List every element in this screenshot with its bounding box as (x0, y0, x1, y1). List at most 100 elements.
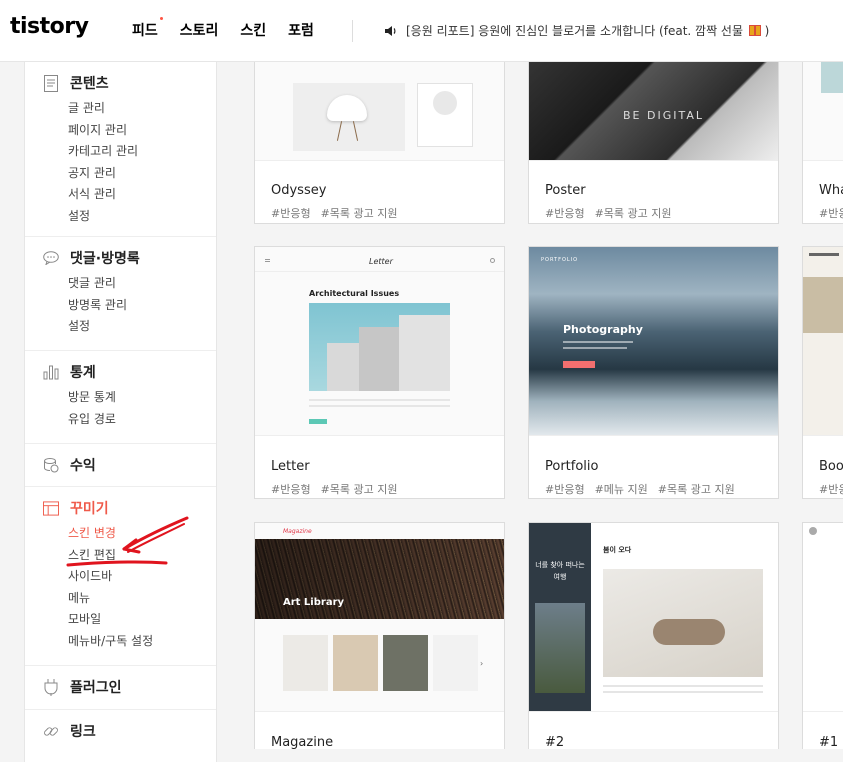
menu-item-menu[interactable]: 메뉴 (68, 588, 216, 610)
nav-divider (352, 20, 353, 42)
skin-thumbnail: Magazine Art Library › (255, 523, 504, 712)
document-icon (43, 74, 59, 92)
decorate-submenu: 스킨 변경 스킨 편집 사이드바 메뉴 모바일 메뉴바/구독 설정 (25, 523, 216, 653)
skin-thumbnail: Letter Architectural Issues (255, 247, 504, 436)
thumb-text: BE DIGITAL (623, 109, 704, 122)
skin-name: Poster (545, 183, 586, 198)
menu-head-links[interactable]: 링크 (25, 716, 216, 746)
admin-sidebar: 콘텐츠 글 관리 페이지 관리 카테고리 관리 공지 관리 서식 관리 설정 댓… (24, 62, 217, 762)
bar-chart-icon (43, 363, 59, 381)
menu-item-content-settings[interactable]: 설정 (68, 206, 216, 228)
menu-title: 꾸미기 (70, 501, 109, 517)
menu-item-templates[interactable]: 서식 관리 (68, 184, 216, 206)
thumb-title: Letter (369, 257, 393, 266)
menu-item-sidebar[interactable]: 사이드바 (68, 566, 216, 588)
skin-card-boo[interactable]: Boo #반응 (802, 246, 843, 499)
menu-head-comments[interactable]: 댓글·방명록 (25, 243, 216, 273)
skin-thumbnail (803, 247, 843, 436)
skin-name: #1 (819, 735, 839, 749)
comment-icon (43, 249, 59, 267)
content-submenu: 글 관리 페이지 관리 카테고리 관리 공지 관리 서식 관리 설정 (25, 98, 216, 228)
skin-thumbnail (803, 62, 843, 161)
gift-icon (748, 25, 761, 36)
thumb-heading: Art Library (283, 597, 345, 608)
skin-card-odyssey[interactable]: Odyssey #반응형 #목록 광고 지원 (254, 62, 505, 224)
skin-tags: #반응 (819, 207, 843, 220)
speaker-icon (385, 25, 396, 36)
menu-head-decorate[interactable]: 꾸미기 (25, 493, 216, 523)
thumb-side-text: 너를 찾아 떠나는 여행 (535, 561, 585, 581)
thumb-heading: 봄이 오다 (603, 546, 632, 554)
menu-title: 콘텐츠 (70, 76, 109, 92)
menu-item-comments[interactable]: 댓글 관리 (68, 273, 216, 295)
layout-icon (43, 499, 59, 517)
menu-item-mobile[interactable]: 모바일 (68, 609, 216, 631)
menu-title: 수익 (70, 458, 96, 474)
nav-skin[interactable]: 스킨 (240, 20, 266, 40)
cat-image (603, 569, 763, 677)
building-image (309, 303, 450, 391)
menu-item-edit-skin[interactable]: 스킨 편집 (68, 545, 216, 567)
thumb-heading: Photography (563, 323, 643, 336)
skin-card-letter[interactable]: Letter Architectural Issues Letter #반응형 #… (254, 246, 505, 499)
skin-card-1[interactable]: #1 (802, 522, 843, 749)
nav-forum[interactable]: 포럼 (288, 20, 314, 40)
new-dot-icon (159, 17, 163, 20)
thumb-heading: Architectural Issues (309, 289, 400, 298)
top-header: tistory 피드 스토리 스킨 포럼 [응원 리포트] 응원에 진심인 블로… (0, 0, 843, 62)
menu-item-categories[interactable]: 카테고리 관리 (68, 141, 216, 163)
menu-group-comments: 댓글·방명록 댓글 관리 방명록 관리 설정 (25, 237, 216, 351)
menu-item-guestbook[interactable]: 방명록 관리 (68, 295, 216, 317)
skin-tags: #반응형 #목록 광고 지원 (271, 483, 398, 496)
skin-gallery: Odyssey #반응형 #목록 광고 지원 BE DIGITAL Poster … (218, 62, 843, 749)
skin-tags: #반응형 #목록 광고 지원 (545, 207, 672, 220)
menu-item-posts[interactable]: 글 관리 (68, 98, 216, 120)
notice-banner[interactable]: [응원 리포트] 응원에 진심인 블로거를 소개합니다 (feat. 깜짝 선물… (384, 22, 769, 39)
menu-item-menubar-subscribe[interactable]: 메뉴바/구독 설정 (68, 631, 216, 653)
stats-submenu: 방문 통계 유입 경로 (25, 387, 216, 430)
coins-icon (43, 456, 59, 474)
menu-group-stats: 통계 방문 통계 유입 경로 (25, 351, 216, 444)
menu-head-revenue[interactable]: 수익 (25, 450, 216, 480)
menu-group-decorate: 꾸미기 스킨 변경 스킨 편집 사이드바 메뉴 모바일 메뉴바/구독 설정 (25, 487, 216, 666)
skin-card-wha[interactable]: Wha #반응 (802, 62, 843, 224)
menu-group-plugins: 플러그인 (25, 666, 216, 710)
skin-name: Portfolio (545, 459, 599, 474)
menu-head-plugins[interactable]: 플러그인 (25, 672, 216, 702)
thumb-title: Magazine (283, 528, 312, 535)
skin-tags: #반응 (819, 483, 843, 496)
skin-thumbnail (803, 523, 843, 712)
menu-item-referrers[interactable]: 유입 경로 (68, 409, 216, 431)
menu-item-notices[interactable]: 공지 관리 (68, 163, 216, 185)
skin-thumbnail: 너를 찾아 떠나는 여행 봄이 오다 (529, 523, 778, 712)
skin-name: Wha (819, 183, 843, 198)
menu-item-pages[interactable]: 페이지 관리 (68, 120, 216, 142)
skin-tags: #반응형 #목록 광고 지원 (271, 207, 398, 220)
skin-thumbnail (255, 62, 504, 161)
skin-card-2[interactable]: 너를 찾아 떠나는 여행 봄이 오다 #2 (528, 522, 779, 749)
menu-title: 플러그인 (70, 680, 122, 696)
menu-group-content: 콘텐츠 글 관리 페이지 관리 카테고리 관리 공지 관리 서식 관리 설정 (25, 62, 216, 237)
menu-head-content[interactable]: 콘텐츠 (25, 68, 216, 98)
skin-name: #2 (545, 735, 565, 749)
skin-card-portfolio[interactable]: PORTFOLIO Photography Portfolio #반응형 #메뉴 … (528, 246, 779, 499)
menu-item-visits[interactable]: 방문 통계 (68, 387, 216, 409)
skin-name: Magazine (271, 735, 334, 749)
nav-story[interactable]: 스토리 (180, 20, 219, 40)
menu-group-revenue: 수익 (25, 444, 216, 487)
tistory-logo[interactable]: tistory (10, 14, 89, 39)
menu-group-links: 링크 (25, 710, 216, 754)
menu-item-comment-settings[interactable]: 설정 (68, 316, 216, 338)
skin-card-poster[interactable]: BE DIGITAL Poster #반응형 #목록 광고 지원 (528, 62, 779, 224)
skin-name: Odyssey (271, 183, 327, 198)
skin-thumbnail: BE DIGITAL (529, 62, 778, 161)
skin-card-magazine[interactable]: Magazine Art Library › Magazine (254, 522, 505, 749)
menu-head-stats[interactable]: 통계 (25, 357, 216, 387)
nav-feed[interactable]: 피드 (132, 17, 163, 40)
menu-title: 통계 (70, 365, 96, 381)
thumb-title: PORTFOLIO (541, 257, 579, 263)
menu-item-change-skin[interactable]: 스킨 변경 (68, 523, 216, 545)
skin-name: Letter (271, 459, 310, 474)
skin-thumbnail: PORTFOLIO Photography (529, 247, 778, 436)
notice-text: [응원 리포트] 응원에 진심인 블로거를 소개합니다 (feat. 깜짝 선물… (406, 24, 770, 38)
